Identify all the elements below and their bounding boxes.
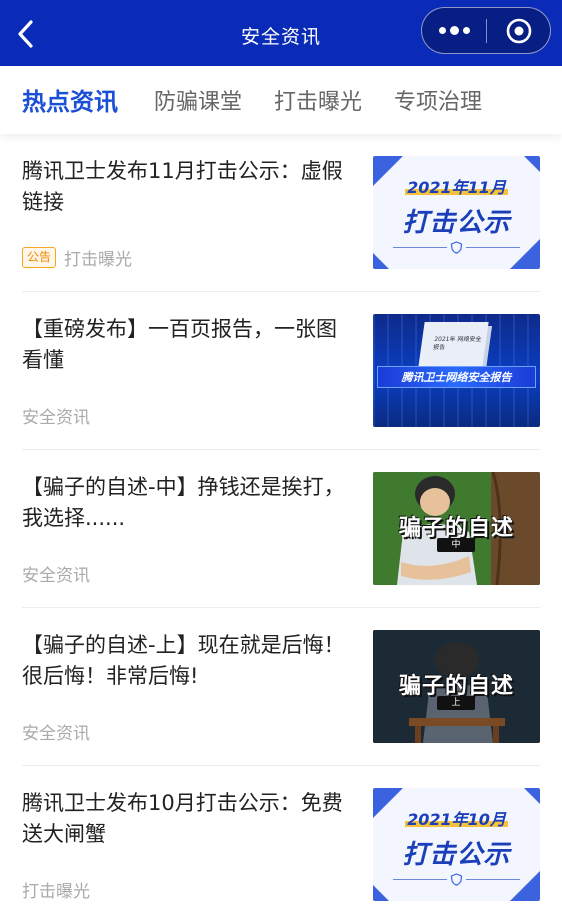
more-dots-icon-center: [449, 26, 459, 35]
more-dots-icon: [438, 27, 446, 34]
miniprogram-capsule: [421, 7, 551, 54]
list-item[interactable]: 【骗子的自述-中】挣钱还是挨打，我选择...... 安全资讯 骗子的自述 中: [0, 450, 562, 608]
shield-icon: [450, 241, 463, 254]
thumb-year-text: 2021年11月: [407, 178, 506, 197]
article-category: 打击曝光: [64, 250, 133, 270]
article-title: 腾讯卫士发布10月打击公示：免费送大闸蟹: [22, 791, 343, 846]
article-title: 腾讯卫士发布11月打击公示：虚假链接: [22, 159, 343, 214]
category-tabs: 热点资讯 防骗课堂 打击曝光 专项治理: [0, 66, 562, 134]
thumb-main-text: 打击公示: [402, 840, 511, 870]
article-title: 【重磅发布】一百页报告，一张图看懂: [22, 317, 337, 372]
tab-special-governance[interactable]: 专项治理: [394, 84, 482, 116]
article-thumbnail: 2021年11月 打击公示: [373, 156, 540, 269]
list-item[interactable]: 【骗子的自述-上】现在就是后悔！很后悔！非常后悔! 安全资讯 骗子的自述 上: [0, 608, 562, 766]
article-meta: 打击曝光: [22, 877, 90, 902]
thumb-corner: [373, 253, 389, 269]
article-category: 安全资讯: [22, 408, 90, 428]
nav-bar: 安全资讯: [0, 0, 562, 66]
article-category: 安全资讯: [22, 566, 90, 586]
article-thumbnail: 骗子的自述 中: [373, 472, 540, 585]
article-category: 打击曝光: [22, 882, 90, 902]
more-button[interactable]: [422, 8, 486, 53]
tab-fraud-prevention[interactable]: 防骗课堂: [154, 84, 242, 116]
article-title: 【骗子的自述-上】现在就是后悔！很后悔！非常后悔!: [22, 633, 345, 688]
article-thumbnail: 骗子的自述 上: [373, 630, 540, 743]
list-item[interactable]: 腾讯卫士发布10月打击公示：免费送大闸蟹 打击曝光 2021年10月 打击公示: [0, 766, 562, 923]
tab-crackdown-exposure[interactable]: 打击曝光: [274, 84, 362, 116]
thumb-sub-text: 上: [437, 696, 475, 710]
target-circle-icon: [506, 18, 531, 43]
tab-hot-news[interactable]: 热点资讯: [22, 82, 118, 117]
article-thumbnail: 2021年10月 打击公示: [373, 788, 540, 901]
article-thumbnail: 2021年 网络安全报告 腾讯卫士网络安全报告: [373, 314, 540, 427]
close-miniprogram-button[interactable]: [487, 8, 550, 53]
thumb-rule: [466, 879, 520, 880]
article-meta: 安全资讯: [22, 719, 90, 744]
report-book-text: 2021年 网络安全报告: [432, 336, 482, 351]
article-meta: 安全资讯: [22, 403, 90, 428]
thumb-rule: [466, 247, 520, 248]
thumb-rule: [393, 247, 447, 248]
article-meta: 安全资讯: [22, 561, 90, 586]
thumb-year-text: 2021年10月: [407, 810, 506, 829]
thumb-main-text: 打击公示: [402, 208, 511, 238]
notice-badge: 公告: [22, 247, 57, 268]
thumb-corner: [510, 239, 540, 269]
shield-icon: [450, 873, 463, 886]
thumb-corner: [524, 788, 540, 804]
more-dots-icon-right: [462, 27, 470, 34]
article-category: 安全资讯: [22, 724, 90, 744]
list-item[interactable]: 【重磅发布】一百页报告，一张图看懂 安全资讯 2021年 网络安全报告 腾讯卫士…: [0, 292, 562, 450]
list-item[interactable]: 腾讯卫士发布11月打击公示：虚假链接 公告 打击曝光 2021年11月 打击公示: [0, 134, 562, 292]
thumb-rule: [393, 879, 447, 880]
thumb-corner: [510, 871, 540, 901]
thumb-main-text: 腾讯卫士网络安全报告: [377, 366, 536, 388]
article-meta: 公告 打击曝光: [22, 245, 132, 270]
article-title: 【骗子的自述-中】挣钱还是挨打，我选择......: [22, 475, 345, 530]
thumb-sub-text: 中: [437, 538, 475, 552]
thumb-corner: [373, 885, 389, 901]
thumb-corner: [524, 156, 540, 172]
